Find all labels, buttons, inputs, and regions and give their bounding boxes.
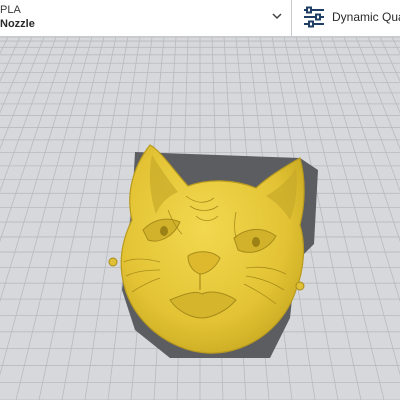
sliders-icon	[304, 6, 324, 28]
print-settings-button[interactable]: Dynamic Quali	[292, 0, 400, 36]
build-plate-scene[interactable]	[0, 37, 400, 400]
top-toolbar: PLA Nozzle Dynamic Quali	[0, 0, 400, 37]
print-profile-label: Dynamic Quali	[332, 10, 400, 24]
material-name: PLA	[0, 4, 21, 16]
chevron-down-icon[interactable]	[270, 9, 284, 23]
3d-viewport[interactable]	[0, 37, 400, 400]
nozzle-label: Nozzle	[0, 18, 35, 30]
material-selector[interactable]: PLA Nozzle	[0, 0, 288, 36]
